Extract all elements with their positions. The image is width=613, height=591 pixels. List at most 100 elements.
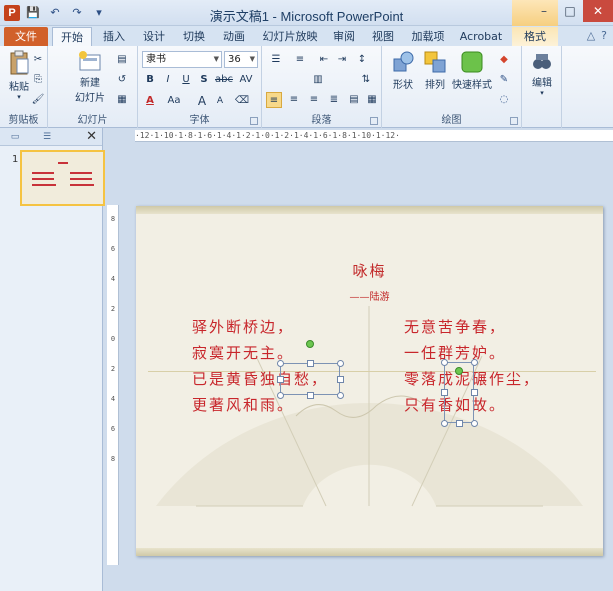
- shadow-button[interactable]: S: [196, 72, 212, 88]
- tab-transitions[interactable]: 切换: [176, 27, 212, 46]
- format-painter-icon[interactable]: 🖌: [30, 92, 46, 108]
- rotation-handle[interactable]: [455, 367, 463, 375]
- tab-slideshow[interactable]: 幻灯片放映: [258, 27, 322, 46]
- horizontal-ruler: ·12·1·10·1·8·1·6·1·4·1·2·1·0·1·2·1·4·1·6…: [135, 130, 613, 142]
- resize-handle[interactable]: [307, 360, 314, 367]
- resize-handle[interactable]: [337, 376, 344, 383]
- align-center-icon[interactable]: ≡: [286, 92, 302, 108]
- line-spacing-icon[interactable]: ↕: [354, 52, 370, 68]
- drawing-dialog-launcher-icon[interactable]: [510, 117, 518, 125]
- new-slide-label-2: 幻灯片: [75, 93, 105, 104]
- maximize-icon[interactable]: □: [557, 0, 583, 22]
- tab-insert[interactable]: 插入: [96, 27, 132, 46]
- align-right-icon[interactable]: ≡: [306, 92, 322, 108]
- shape-outline-icon[interactable]: ✎: [496, 72, 512, 88]
- resize-handle[interactable]: [441, 420, 448, 427]
- paragraph-group-label: 段落: [311, 115, 332, 126]
- tab-acrobat[interactable]: Acrobat: [456, 27, 506, 46]
- tab-view[interactable]: 视图: [366, 27, 400, 46]
- underline-button[interactable]: U: [178, 72, 194, 88]
- cut-icon[interactable]: ✂: [30, 52, 46, 68]
- tab-file[interactable]: 文件: [4, 27, 48, 46]
- resize-handle[interactable]: [441, 389, 448, 396]
- tab-review[interactable]: 审阅: [326, 27, 362, 46]
- slide-thumbnail[interactable]: [20, 150, 105, 206]
- change-case-button[interactable]: Aa: [164, 93, 184, 109]
- shrink-font-button[interactable]: A: [212, 93, 228, 109]
- poem-line: 驿外断桥边，: [192, 318, 295, 336]
- decrease-indent-icon[interactable]: ⇤: [316, 52, 332, 68]
- resize-handle[interactable]: [307, 392, 314, 399]
- resize-handle[interactable]: [471, 359, 478, 366]
- selected-shape-box[interactable]: [280, 363, 340, 395]
- strikethrough-button[interactable]: abc: [214, 72, 234, 88]
- close-icon[interactable]: ✕: [583, 0, 613, 22]
- resize-handle[interactable]: [471, 389, 478, 396]
- italic-button[interactable]: I: [160, 72, 176, 88]
- font-color-button[interactable]: A: [142, 93, 158, 109]
- slides-group-label: 幻灯片: [77, 115, 108, 126]
- section-icon[interactable]: ▦: [114, 92, 130, 108]
- resize-handle[interactable]: [277, 392, 284, 399]
- quick-styles-icon: [461, 51, 483, 73]
- group-clipboard: 粘贴 ▾ ✂ ⎘ 🖌 剪贴板: [0, 46, 48, 128]
- shape-fill-icon[interactable]: ◆: [496, 52, 512, 68]
- resize-handle[interactable]: [337, 360, 344, 367]
- poem-author[interactable]: ——陆游: [136, 288, 603, 303]
- bullets-icon[interactable]: ☰: [268, 52, 284, 68]
- title-bar: P 💾 ↶ ↷ ▾ 演示文稿1 - Microsoft PowerPoint –…: [0, 0, 613, 26]
- resize-handle[interactable]: [441, 359, 448, 366]
- tab-format[interactable]: 格式: [512, 27, 558, 46]
- font-size-combo[interactable]: 36 ▼: [224, 51, 258, 68]
- align-left-icon[interactable]: ≡: [266, 92, 282, 108]
- arrange-button[interactable]: 排列: [420, 50, 450, 91]
- shape-effects-icon[interactable]: ◌: [496, 92, 512, 108]
- shapes-icon: [393, 51, 414, 72]
- slide-number: 1: [12, 154, 19, 165]
- slide-canvas[interactable]: 咏梅 ——陆游 驿外断桥边， 寂寞开无主。 已是黄昏独自愁， 更著风和雨。 无意…: [136, 206, 603, 556]
- grow-font-button[interactable]: A: [194, 93, 210, 109]
- bold-button[interactable]: B: [142, 72, 158, 88]
- close-panel-icon[interactable]: ✕: [86, 129, 97, 144]
- vertical-ruler: 864 202 468: [107, 205, 119, 565]
- shapes-button[interactable]: 形状: [388, 50, 418, 91]
- tab-animations[interactable]: 动画: [216, 27, 252, 46]
- minimize-icon[interactable]: –: [531, 0, 557, 22]
- tab-home[interactable]: 开始: [52, 27, 92, 46]
- help-icon[interactable]: ?: [601, 29, 607, 42]
- group-font: 隶书 ▼ 36 ▼ B I U S abc AV A Aa A A ⌫ 字体: [138, 46, 262, 128]
- numbering-icon[interactable]: ≡: [292, 52, 308, 68]
- outline-tab-icon[interactable]: ☰: [36, 130, 58, 144]
- quick-styles-label: 快速样式: [452, 80, 492, 91]
- tab-addins[interactable]: 加载项: [404, 27, 452, 46]
- copy-icon[interactable]: ⎘: [30, 72, 46, 88]
- resize-handle[interactable]: [471, 420, 478, 427]
- columns-icon[interactable]: ▥: [310, 72, 326, 88]
- slides-tab-icon[interactable]: ▭: [4, 130, 26, 144]
- justify-icon[interactable]: ≣: [326, 92, 342, 108]
- minimize-ribbon-icon[interactable]: △: [587, 29, 595, 42]
- new-slide-button[interactable]: 新建 幻灯片: [70, 50, 110, 104]
- character-spacing-button[interactable]: AV: [236, 72, 256, 88]
- text-direction-icon[interactable]: ⇅: [358, 72, 374, 88]
- resize-handle[interactable]: [277, 360, 284, 367]
- clear-formatting-icon[interactable]: ⌫: [234, 93, 250, 109]
- rotation-handle[interactable]: [306, 340, 314, 348]
- resize-handle[interactable]: [277, 376, 284, 383]
- font-dialog-launcher-icon[interactable]: [250, 117, 258, 125]
- paragraph-dialog-launcher-icon[interactable]: [370, 117, 378, 125]
- poem-line: 无意苦争春，: [404, 318, 507, 336]
- quick-styles-button[interactable]: 快速样式: [452, 50, 492, 91]
- align-text-icon[interactable]: ▦: [364, 92, 380, 108]
- reset-icon[interactable]: ↺: [114, 72, 130, 88]
- resize-handle[interactable]: [337, 392, 344, 399]
- font-name-combo[interactable]: 隶书 ▼: [142, 51, 222, 68]
- tab-design[interactable]: 设计: [136, 27, 172, 46]
- increase-indent-icon[interactable]: ⇥: [334, 52, 350, 68]
- poem-title[interactable]: 咏梅: [136, 260, 603, 281]
- distribute-icon[interactable]: ▤: [346, 92, 362, 108]
- editing-button[interactable]: 编辑 ▾: [526, 50, 558, 97]
- layout-icon[interactable]: ▤: [114, 52, 130, 68]
- resize-handle[interactable]: [456, 420, 463, 427]
- arrange-icon: [424, 51, 446, 73]
